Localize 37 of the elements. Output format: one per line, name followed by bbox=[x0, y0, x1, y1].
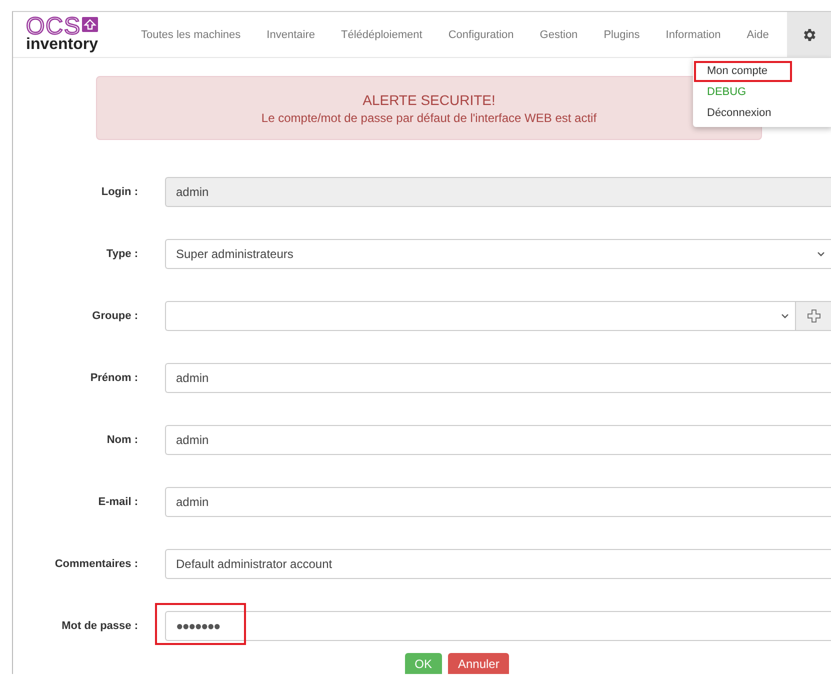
chevron-down-icon bbox=[817, 251, 825, 257]
field-label: Type : bbox=[105, 248, 138, 260]
nav-link[interactable]: Télédéploiement bbox=[328, 28, 436, 40]
field-label: Mot de passe : bbox=[60, 620, 138, 632]
alert-title: ALERTE SECURITE! bbox=[362, 92, 496, 108]
password-field[interactable]: ●●●●●●● bbox=[165, 611, 831, 641]
cancel-button[interactable]: Annuler bbox=[448, 653, 510, 674]
field-label: Login : bbox=[100, 186, 138, 198]
nav-link[interactable]: Toutes les machines bbox=[128, 28, 254, 40]
ocs-inventory-logo[interactable]: OCS inventory bbox=[26, 16, 118, 52]
add-button[interactable] bbox=[795, 301, 831, 331]
input-field[interactable]: admin bbox=[165, 425, 831, 455]
nav-link[interactable]: Inventaire bbox=[254, 28, 328, 40]
select-field[interactable]: Super administrateurs bbox=[165, 239, 831, 269]
input-field[interactable]: admin bbox=[165, 363, 831, 393]
select-field[interactable] bbox=[165, 301, 795, 331]
field-label: Groupe : bbox=[91, 310, 138, 322]
nav-link[interactable]: Configuration bbox=[435, 28, 527, 40]
field-label: Prénom : bbox=[89, 372, 138, 384]
ok-button[interactable]: OK bbox=[404, 653, 442, 674]
nav-link[interactable]: Plugins bbox=[590, 28, 653, 40]
field-label: Nom : bbox=[106, 434, 138, 446]
nav-link[interactable]: Aide bbox=[734, 28, 782, 40]
field-label: E-mail : bbox=[97, 496, 138, 508]
input-field[interactable]: admin bbox=[165, 487, 831, 517]
menu-item[interactable]: DEBUG bbox=[693, 82, 760, 102]
nav-link[interactable]: Information bbox=[652, 28, 734, 40]
settings-icon bbox=[801, 26, 817, 42]
field-label: Commentaires : bbox=[54, 558, 138, 570]
chevron-down-icon bbox=[781, 313, 789, 319]
nav-link[interactable]: Gestion bbox=[526, 28, 591, 40]
plus-icon bbox=[806, 309, 820, 323]
settings-button[interactable] bbox=[787, 12, 831, 57]
alert-message: Le compte/mot de passe par défaut de l'interface WEB est actif bbox=[261, 110, 597, 124]
menu-item[interactable]: Mon compte bbox=[694, 61, 792, 82]
menu-item[interactable]: Déconnexion bbox=[693, 102, 786, 123]
input-field[interactable]: Default administrator account bbox=[165, 549, 831, 579]
